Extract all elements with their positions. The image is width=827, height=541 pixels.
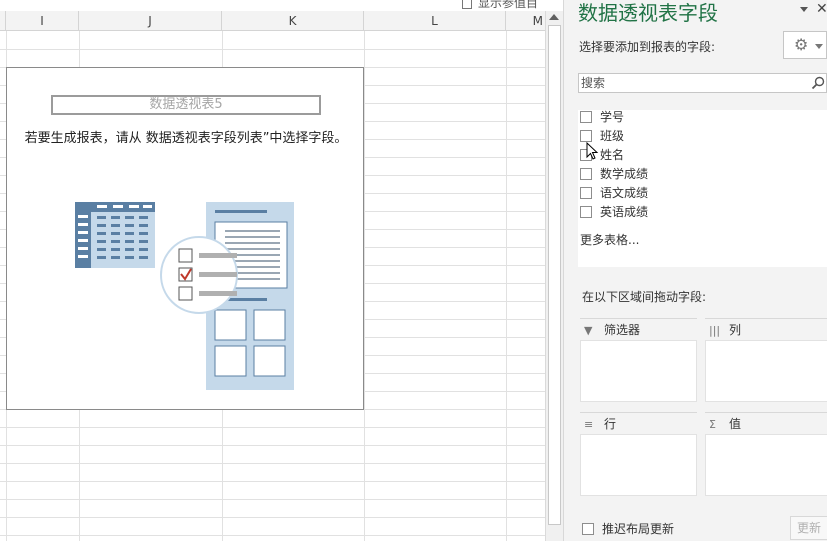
pivot-field-list-pane: 数据透视表字段 ✕ 选择要添加到报表的字段: ⚙ 学号 班级 姓名 数学成绩 语… <box>563 0 827 541</box>
field-checkbox[interactable] <box>580 167 592 180</box>
rows-icon: ≡ <box>584 418 594 431</box>
field-label: 英语成绩 <box>600 205 649 219</box>
defer-layout-checkbox[interactable] <box>582 522 594 535</box>
rows-area-label: 行 <box>604 417 617 431</box>
tools-button[interactable]: ⚙ <box>783 31 827 59</box>
field-label: 语文成绩 <box>600 186 649 200</box>
field-item-student-id[interactable]: 学号 <box>580 108 624 127</box>
filters-area-header: ▼ 筛选器 <box>580 318 697 340</box>
pane-options-chevron-down-icon[interactable] <box>800 7 808 12</box>
rows-drop-zone[interactable] <box>580 434 697 496</box>
columns-area-header: ||| 列 <box>705 318 827 340</box>
pane-title: 数据透视表字段 <box>578 1 718 25</box>
search-input[interactable] <box>579 74 807 92</box>
column-header-j[interactable]: J <box>79 11 222 31</box>
mouse-pointer-icon <box>586 142 599 160</box>
chevron-down-icon <box>815 44 823 49</box>
pivot-table-name: 数据透视表5 <box>51 95 321 115</box>
columns-icon: ||| <box>709 324 721 337</box>
defer-layout-update[interactable]: 推迟布局更新 <box>582 520 674 537</box>
search-field[interactable] <box>578 73 827 93</box>
columns-area-label: 列 <box>729 323 742 337</box>
field-checkbox[interactable] <box>580 186 592 199</box>
pivot-table-placeholder[interactable]: 数据透视表5 若要生成报表，请从 数据透视表字段列表”中选择字段。 <box>6 67 364 410</box>
rows-area-header: ≡ 行 <box>580 412 697 434</box>
rows-area[interactable]: ≡ 行 <box>580 412 697 502</box>
show-field-list-checkbox[interactable] <box>462 0 472 9</box>
show-field-list-toggle[interactable]: 显示参值目 <box>462 0 538 11</box>
field-item-math-score[interactable]: 数学成绩 <box>580 165 648 184</box>
column-header-k[interactable]: K <box>222 11 364 31</box>
pane-subtitle: 选择要添加到报表的字段: <box>579 40 716 54</box>
sigma-icon: Σ <box>709 418 716 431</box>
pivot-table-hint: 若要生成报表，请从 数据透视表字段列表”中选择字段。 <box>24 131 348 146</box>
field-checkbox[interactable] <box>580 129 592 142</box>
gear-icon: ⚙ <box>794 35 809 54</box>
filter-icon: ▼ <box>584 324 593 337</box>
field-checkbox[interactable] <box>580 110 592 123</box>
values-drop-zone[interactable] <box>705 434 827 496</box>
ribbon-edge: 显示参值目 <box>0 0 545 11</box>
vertical-scrollbar[interactable] <box>545 11 563 541</box>
values-area[interactable]: Σ值 <box>705 412 827 502</box>
excel-window: 显示参值目 I J K L M 数据透视表5 若要生成报表，请从 数据透视表字段… <box>0 0 827 541</box>
field-label: 班级 <box>600 129 625 143</box>
search-icon[interactable] <box>811 76 825 90</box>
pivot-illustration <box>75 202 294 390</box>
close-icon[interactable]: ✕ <box>816 0 827 18</box>
worksheet: 显示参值目 I J K L M 数据透视表5 若要生成报表，请从 数据透视表字段… <box>0 0 545 541</box>
field-list: 学号 班级 姓名 数学成绩 语文成绩 英语成绩 更多表格... <box>578 110 827 267</box>
scrollbar-thumb[interactable] <box>548 25 561 525</box>
defer-layout-label: 推迟布局更新 <box>602 522 675 536</box>
show-field-list-label: 显示参值目 <box>478 0 539 10</box>
field-label: 数学成绩 <box>600 167 649 181</box>
columns-drop-zone[interactable] <box>705 340 827 402</box>
areas-caption: 在以下区域间拖动字段: <box>582 290 707 304</box>
field-item-chinese-score[interactable]: 语文成绩 <box>580 184 648 203</box>
values-area-header: Σ值 <box>705 412 827 434</box>
column-headers: I J K L M <box>0 11 545 31</box>
field-checkbox[interactable] <box>580 205 592 218</box>
column-header-i[interactable]: I <box>6 11 79 31</box>
filters-area[interactable]: ▼ 筛选器 <box>580 318 697 408</box>
field-item-english-score[interactable]: 英语成绩 <box>580 203 648 222</box>
columns-area[interactable]: ||| 列 <box>705 318 827 408</box>
update-button[interactable]: 更新 <box>790 516 827 540</box>
more-tables-link[interactable]: 更多表格... <box>580 231 639 248</box>
values-area-label: 值 <box>729 417 742 431</box>
column-header-m[interactable]: M <box>506 11 545 31</box>
filters-drop-zone[interactable] <box>580 340 697 402</box>
column-header-l[interactable]: L <box>364 11 506 31</box>
filters-area-label: 筛选器 <box>604 323 641 337</box>
field-label: 学号 <box>600 110 625 124</box>
field-label: 姓名 <box>600 148 625 162</box>
scroll-up-arrow-icon[interactable] <box>549 14 559 20</box>
